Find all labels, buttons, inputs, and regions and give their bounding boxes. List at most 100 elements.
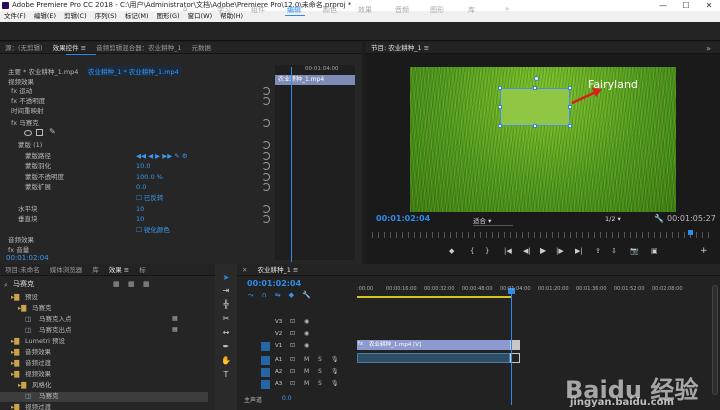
tab-metadata[interactable]: 元数据	[186, 42, 216, 53]
mask-handle-tm[interactable]	[533, 86, 537, 90]
ec-value-12[interactable]: ☐ 锐化颜色	[136, 225, 256, 235]
ec-reset-icon-1[interactable]	[262, 97, 270, 105]
home-icon[interactable]: ⌂	[183, 5, 187, 13]
play-icon[interactable]: ▶	[540, 246, 546, 255]
mini-timeline-clip[interactable]: 农业耕种_1.mp4	[275, 75, 355, 85]
mask-handle-br[interactable]	[568, 124, 572, 128]
track-name-0[interactable]: V3	[275, 319, 282, 325]
ec-reset-icon-11[interactable]	[262, 215, 270, 223]
ec-label-3[interactable]: fx 马赛克	[11, 118, 283, 128]
workspace-graphics[interactable]: 图形	[430, 5, 444, 15]
tree-item-6[interactable]: 音频过渡	[25, 359, 240, 368]
mask-handle-bl[interactable]	[498, 124, 502, 128]
ec-reset-icon-0[interactable]	[262, 87, 270, 95]
workspace-editing[interactable]: 编辑	[287, 5, 301, 15]
ec-label-2[interactable]: 时间重映射	[11, 106, 283, 116]
track-lock-icon-1[interactable]: ⊡	[290, 330, 295, 337]
tree-item-2[interactable]: 马赛克入点	[39, 315, 254, 324]
source-clip-label[interactable]: 主要 * 农业耕种_1.mp4	[8, 66, 78, 76]
tree-item-4[interactable]: Lumetri 预设	[25, 337, 240, 346]
track-target-5[interactable]	[261, 380, 270, 389]
add-button-icon[interactable]: +	[700, 246, 708, 256]
menu-graphics[interactable]: 图形(G)	[153, 11, 184, 22]
ec-label-0[interactable]: fx 运动	[11, 86, 283, 96]
tree-item-1[interactable]: 马赛克	[32, 304, 247, 313]
program-time-ruler[interactable]	[372, 232, 710, 238]
menu-marker[interactable]: 标记(M)	[121, 11, 153, 22]
track-solo-4[interactable]: S	[318, 368, 322, 375]
mark-in-icon[interactable]: {	[470, 247, 474, 255]
extract-icon[interactable]: ⇩	[611, 247, 617, 255]
mask-rotation-handle[interactable]	[534, 76, 539, 81]
mark-out-icon[interactable]: }	[485, 247, 489, 255]
track-name-1[interactable]: V2	[275, 331, 282, 337]
menu-clip[interactable]: 剪辑(C)	[60, 11, 91, 22]
menu-edit[interactable]: 编辑(E)	[30, 11, 60, 22]
selection-tool-icon[interactable]: ➤	[219, 273, 233, 283]
mosaic-mask-region[interactable]	[500, 88, 570, 126]
wrench-icon[interactable]: 🔧	[654, 214, 664, 223]
track-lock-icon-2[interactable]: ⊡	[290, 342, 295, 349]
timeline-vertical-scrollbar[interactable]	[712, 285, 718, 395]
yuv-effects-icon[interactable]: ▦	[143, 280, 150, 288]
ec-reset-icon-4[interactable]	[262, 141, 270, 149]
fit-dropdown[interactable]: 适合 ▾	[473, 215, 513, 226]
track-lock-icon-3[interactable]: ⊡	[290, 356, 295, 363]
32bit-effects-icon[interactable]: ▦	[128, 280, 135, 288]
workspace-color[interactable]: 颜色	[323, 5, 337, 15]
tree-item-9[interactable]: 马赛克	[39, 392, 254, 401]
master-volume-value[interactable]: 0.0	[282, 395, 292, 402]
export-frame-icon[interactable]: 📷	[630, 247, 639, 255]
tree-item-10[interactable]: 视频过渡	[25, 403, 240, 410]
tab-project[interactable]: 项目:未命名	[0, 264, 45, 275]
close-button[interactable]: ✕	[698, 0, 720, 11]
track-target-0[interactable]	[261, 318, 270, 327]
ec-reset-icon-8[interactable]	[262, 183, 270, 191]
ec-reset-icon-3[interactable]	[262, 119, 270, 127]
track-target-3[interactable]	[261, 356, 270, 365]
timeline-snap-tools[interactable]: ⤳∩⇋◆🔧	[248, 291, 319, 300]
audio-effect-volume[interactable]: fx 音量	[8, 244, 29, 254]
ec-value-5[interactable]: ◀◀ ◀ ▶ ▶▶ ✎ ⚙	[136, 151, 256, 161]
workspace-more-button[interactable]: »	[505, 5, 509, 13]
tab-effect-controls[interactable]: 效果控件 ≡	[48, 42, 92, 53]
track-name-2[interactable]: V1	[275, 343, 282, 349]
ec-label-1[interactable]: fx 不透明度	[11, 96, 283, 106]
tree-item-3[interactable]: 马赛克出点	[39, 326, 254, 335]
ec-value-8[interactable]: 0.0	[136, 182, 256, 192]
workspace-libraries[interactable]: 库	[468, 5, 475, 15]
ec-value-11[interactable]: 10	[136, 214, 256, 224]
microphone-icon-4[interactable]: 🎙	[331, 368, 339, 375]
tree-item-0[interactable]: 预设	[25, 293, 240, 302]
track-lock-icon-0[interactable]: ⊡	[290, 318, 295, 325]
effects-search-input[interactable]: 马赛克	[13, 279, 103, 289]
tab-source[interactable]: 源：(无剪辑)	[0, 42, 48, 53]
eye-icon-0[interactable]: ◉	[304, 318, 309, 325]
tree-item-5[interactable]: 音频效果	[25, 348, 240, 357]
go-to-out-icon[interactable]: ▶|	[575, 247, 583, 255]
ec-value-6[interactable]: 10.0	[136, 161, 256, 171]
eye-icon-1[interactable]: ◉	[304, 330, 309, 337]
eye-icon-2[interactable]: ◉	[304, 342, 309, 349]
program-title[interactable]: 节目: 农业耕种_1 ≡	[366, 42, 434, 53]
workspace-assembly[interactable]: 组件	[251, 5, 265, 15]
program-playhead[interactable]	[688, 230, 693, 235]
track-name-4[interactable]: A2	[275, 369, 282, 375]
menu-window[interactable]: 窗口(W)	[184, 11, 217, 22]
microphone-icon-3[interactable]: 🎙	[331, 356, 339, 363]
track-solo-5[interactable]: S	[318, 380, 322, 387]
add-marker-icon[interactable]: ◆	[449, 247, 454, 255]
accelerated-effects-icon[interactable]: ▦	[113, 280, 120, 288]
panel-expand-icon[interactable]: »	[706, 44, 711, 53]
ec-reset-icon-10[interactable]	[262, 205, 270, 213]
tab-media-browser[interactable]: 媒体浏览器	[45, 264, 88, 275]
menu-sequence[interactable]: 序列(S)	[91, 11, 121, 22]
timeline-timecode[interactable]: 00:01:02:04	[247, 279, 301, 288]
tree-item-7[interactable]: 视频效果	[25, 370, 240, 379]
track-mute-3[interactable]: M	[304, 356, 309, 363]
track-name-5[interactable]: A3	[275, 381, 282, 387]
ec-reset-icon-6[interactable]	[262, 162, 270, 170]
ec-reset-icon-5[interactable]	[262, 152, 270, 160]
tab-audio-clip-mixer[interactable]: 音频剪辑混合器：农业耕种_1	[91, 42, 186, 53]
lift-icon[interactable]: ⇪	[595, 247, 601, 255]
